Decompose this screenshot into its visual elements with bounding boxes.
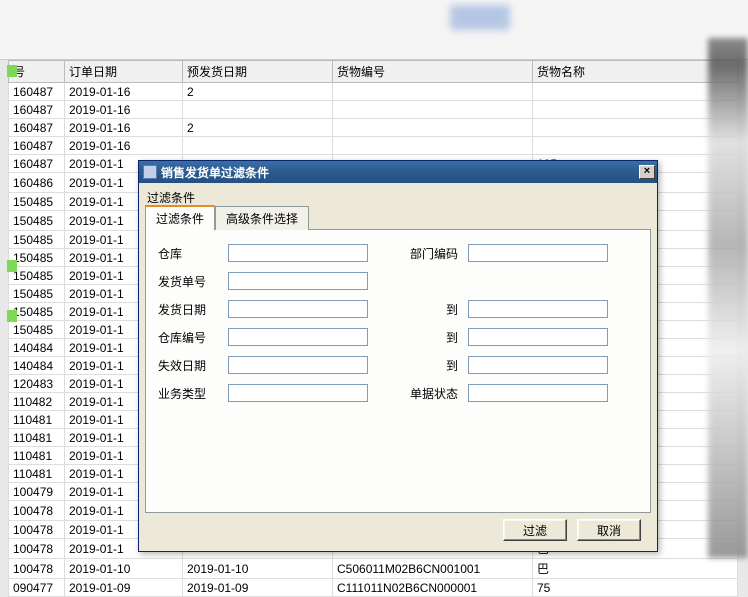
dialog-title: 销售发货单过滤条件 xyxy=(161,164,639,181)
input-wh-code-to[interactable] xyxy=(468,328,608,346)
cell[interactable]: 140484 xyxy=(9,339,65,357)
cell[interactable]: 160487 xyxy=(9,101,65,119)
cell[interactable] xyxy=(533,119,738,137)
cell[interactable]: 110481 xyxy=(9,447,65,465)
col-header-material-code[interactable]: 货物编号 xyxy=(333,61,533,83)
cell[interactable]: 140484 xyxy=(9,357,65,375)
cell[interactable]: C506011M02B6CN001001 xyxy=(333,559,533,579)
side-panel xyxy=(708,38,748,558)
cell[interactable]: 2019-01-16 xyxy=(65,137,183,155)
input-doc-status[interactable] xyxy=(468,384,608,402)
cell[interactable]: 160487 xyxy=(9,137,65,155)
table-row[interactable]: 1604872019-01-162 xyxy=(9,83,738,101)
dialog-titlebar[interactable]: 销售发货单过滤条件 × xyxy=(139,161,657,183)
cell[interactable]: 160487 xyxy=(9,119,65,137)
cell[interactable]: 2019-01-10 xyxy=(65,559,183,579)
cell[interactable]: 100478 xyxy=(9,501,65,521)
cell[interactable]: 150485 xyxy=(9,285,65,303)
cell[interactable]: 100478 xyxy=(9,559,65,579)
cell[interactable] xyxy=(533,137,738,155)
cell[interactable]: 110481 xyxy=(9,429,65,447)
input-expire-date-from[interactable] xyxy=(228,356,368,374)
input-ship-no[interactable] xyxy=(228,272,368,290)
cell[interactable]: 2019-01-10 xyxy=(183,559,333,579)
col-header-material-name[interactable]: 货物名称 xyxy=(533,61,738,83)
cell[interactable]: 160487 xyxy=(9,155,65,173)
cell[interactable]: 110481 xyxy=(9,411,65,429)
cell[interactable]: 75 xyxy=(533,579,738,597)
cell[interactable]: 2019-01-09 xyxy=(65,579,183,597)
label-doc-status: 单据状态 xyxy=(378,385,458,402)
grid-header-row: 号 订单日期 预发货日期 货物编号 货物名称 xyxy=(9,61,738,83)
tabstrip: 过滤条件 高级条件选择 xyxy=(145,208,651,230)
col-header-order-date[interactable]: 订单日期 xyxy=(65,61,183,83)
tab-filter[interactable]: 过滤条件 xyxy=(145,205,215,230)
cell[interactable] xyxy=(183,101,333,119)
input-dept-code[interactable] xyxy=(468,244,608,262)
tab-pane-filter: 仓库 部门编码 发货单号 发货日期 到 仓库编号 到 失效日期 到 xyxy=(145,230,651,513)
cell[interactable] xyxy=(533,101,738,119)
input-biz-type[interactable] xyxy=(228,384,368,402)
label-wh-code-to: 到 xyxy=(378,329,458,346)
cell[interactable] xyxy=(533,83,738,101)
cell[interactable]: 2019-01-16 xyxy=(65,119,183,137)
cell[interactable]: 150485 xyxy=(9,231,65,249)
table-row[interactable]: 0904772019-01-092019-01-09C111011N02B6CN… xyxy=(9,579,738,597)
cell[interactable]: 090477 xyxy=(9,579,65,597)
cell[interactable]: 2019-01-09 xyxy=(183,579,333,597)
label-expire-date-to: 到 xyxy=(378,357,458,374)
label-ship-date-to: 到 xyxy=(378,301,458,318)
label-warehouse: 仓库 xyxy=(158,245,218,262)
cell[interactable]: 160486 xyxy=(9,173,65,193)
cell[interactable]: 2 xyxy=(183,119,333,137)
table-row[interactable]: 1604872019-01-16 xyxy=(9,137,738,155)
label-expire-date: 失效日期 xyxy=(158,357,218,374)
filter-dialog: 销售发货单过滤条件 × 过滤条件 过滤条件 高级条件选择 仓库 部门编码 发货单… xyxy=(138,160,658,552)
dialog-footer: 过滤 取消 xyxy=(145,513,651,547)
table-row[interactable]: 1004782019-01-102019-01-10C506011M02B6CN… xyxy=(9,559,738,579)
input-wh-code-from[interactable] xyxy=(228,328,368,346)
cell[interactable]: C111011N02B6CN000001 xyxy=(333,579,533,597)
input-expire-date-to[interactable] xyxy=(468,356,608,374)
cell[interactable] xyxy=(333,83,533,101)
input-ship-date-from[interactable] xyxy=(228,300,368,318)
cell[interactable]: 2 xyxy=(183,83,333,101)
group-label: 过滤条件 xyxy=(147,189,651,206)
col-header-delivery-date[interactable]: 预发货日期 xyxy=(183,61,333,83)
cell[interactable]: 110481 xyxy=(9,465,65,483)
label-wh-code: 仓库编号 xyxy=(158,329,218,346)
cell[interactable]: 110482 xyxy=(9,393,65,411)
cell[interactable]: 120483 xyxy=(9,375,65,393)
window-icon xyxy=(143,165,157,179)
cell[interactable] xyxy=(333,137,533,155)
label-biz-type: 业务类型 xyxy=(158,385,218,402)
cell[interactable]: 160487 xyxy=(9,83,65,101)
tab-advanced[interactable]: 高级条件选择 xyxy=(215,206,309,230)
table-row[interactable]: 1604872019-01-16 xyxy=(9,101,738,119)
cell[interactable]: 150485 xyxy=(9,211,65,231)
cell[interactable]: 100478 xyxy=(9,539,65,559)
cell[interactable]: 巴 xyxy=(533,559,738,579)
cancel-button[interactable]: 取消 xyxy=(577,519,641,541)
close-icon[interactable]: × xyxy=(639,165,655,179)
cell[interactable] xyxy=(333,101,533,119)
label-ship-date: 发货日期 xyxy=(158,301,218,318)
cell[interactable] xyxy=(183,137,333,155)
cell[interactable]: 2019-01-16 xyxy=(65,83,183,101)
cell[interactable]: 100479 xyxy=(9,483,65,501)
label-ship-no: 发货单号 xyxy=(158,273,218,290)
cell[interactable]: 100478 xyxy=(9,521,65,539)
input-warehouse[interactable] xyxy=(228,244,368,262)
cell[interactable] xyxy=(333,119,533,137)
table-row[interactable]: 1604872019-01-162 xyxy=(9,119,738,137)
cell[interactable]: 150485 xyxy=(9,193,65,211)
cell[interactable]: 150485 xyxy=(9,321,65,339)
filter-button[interactable]: 过滤 xyxy=(503,519,567,541)
label-dept-code: 部门编码 xyxy=(378,245,458,262)
cell[interactable]: 2019-01-16 xyxy=(65,101,183,119)
input-ship-date-to[interactable] xyxy=(468,300,608,318)
